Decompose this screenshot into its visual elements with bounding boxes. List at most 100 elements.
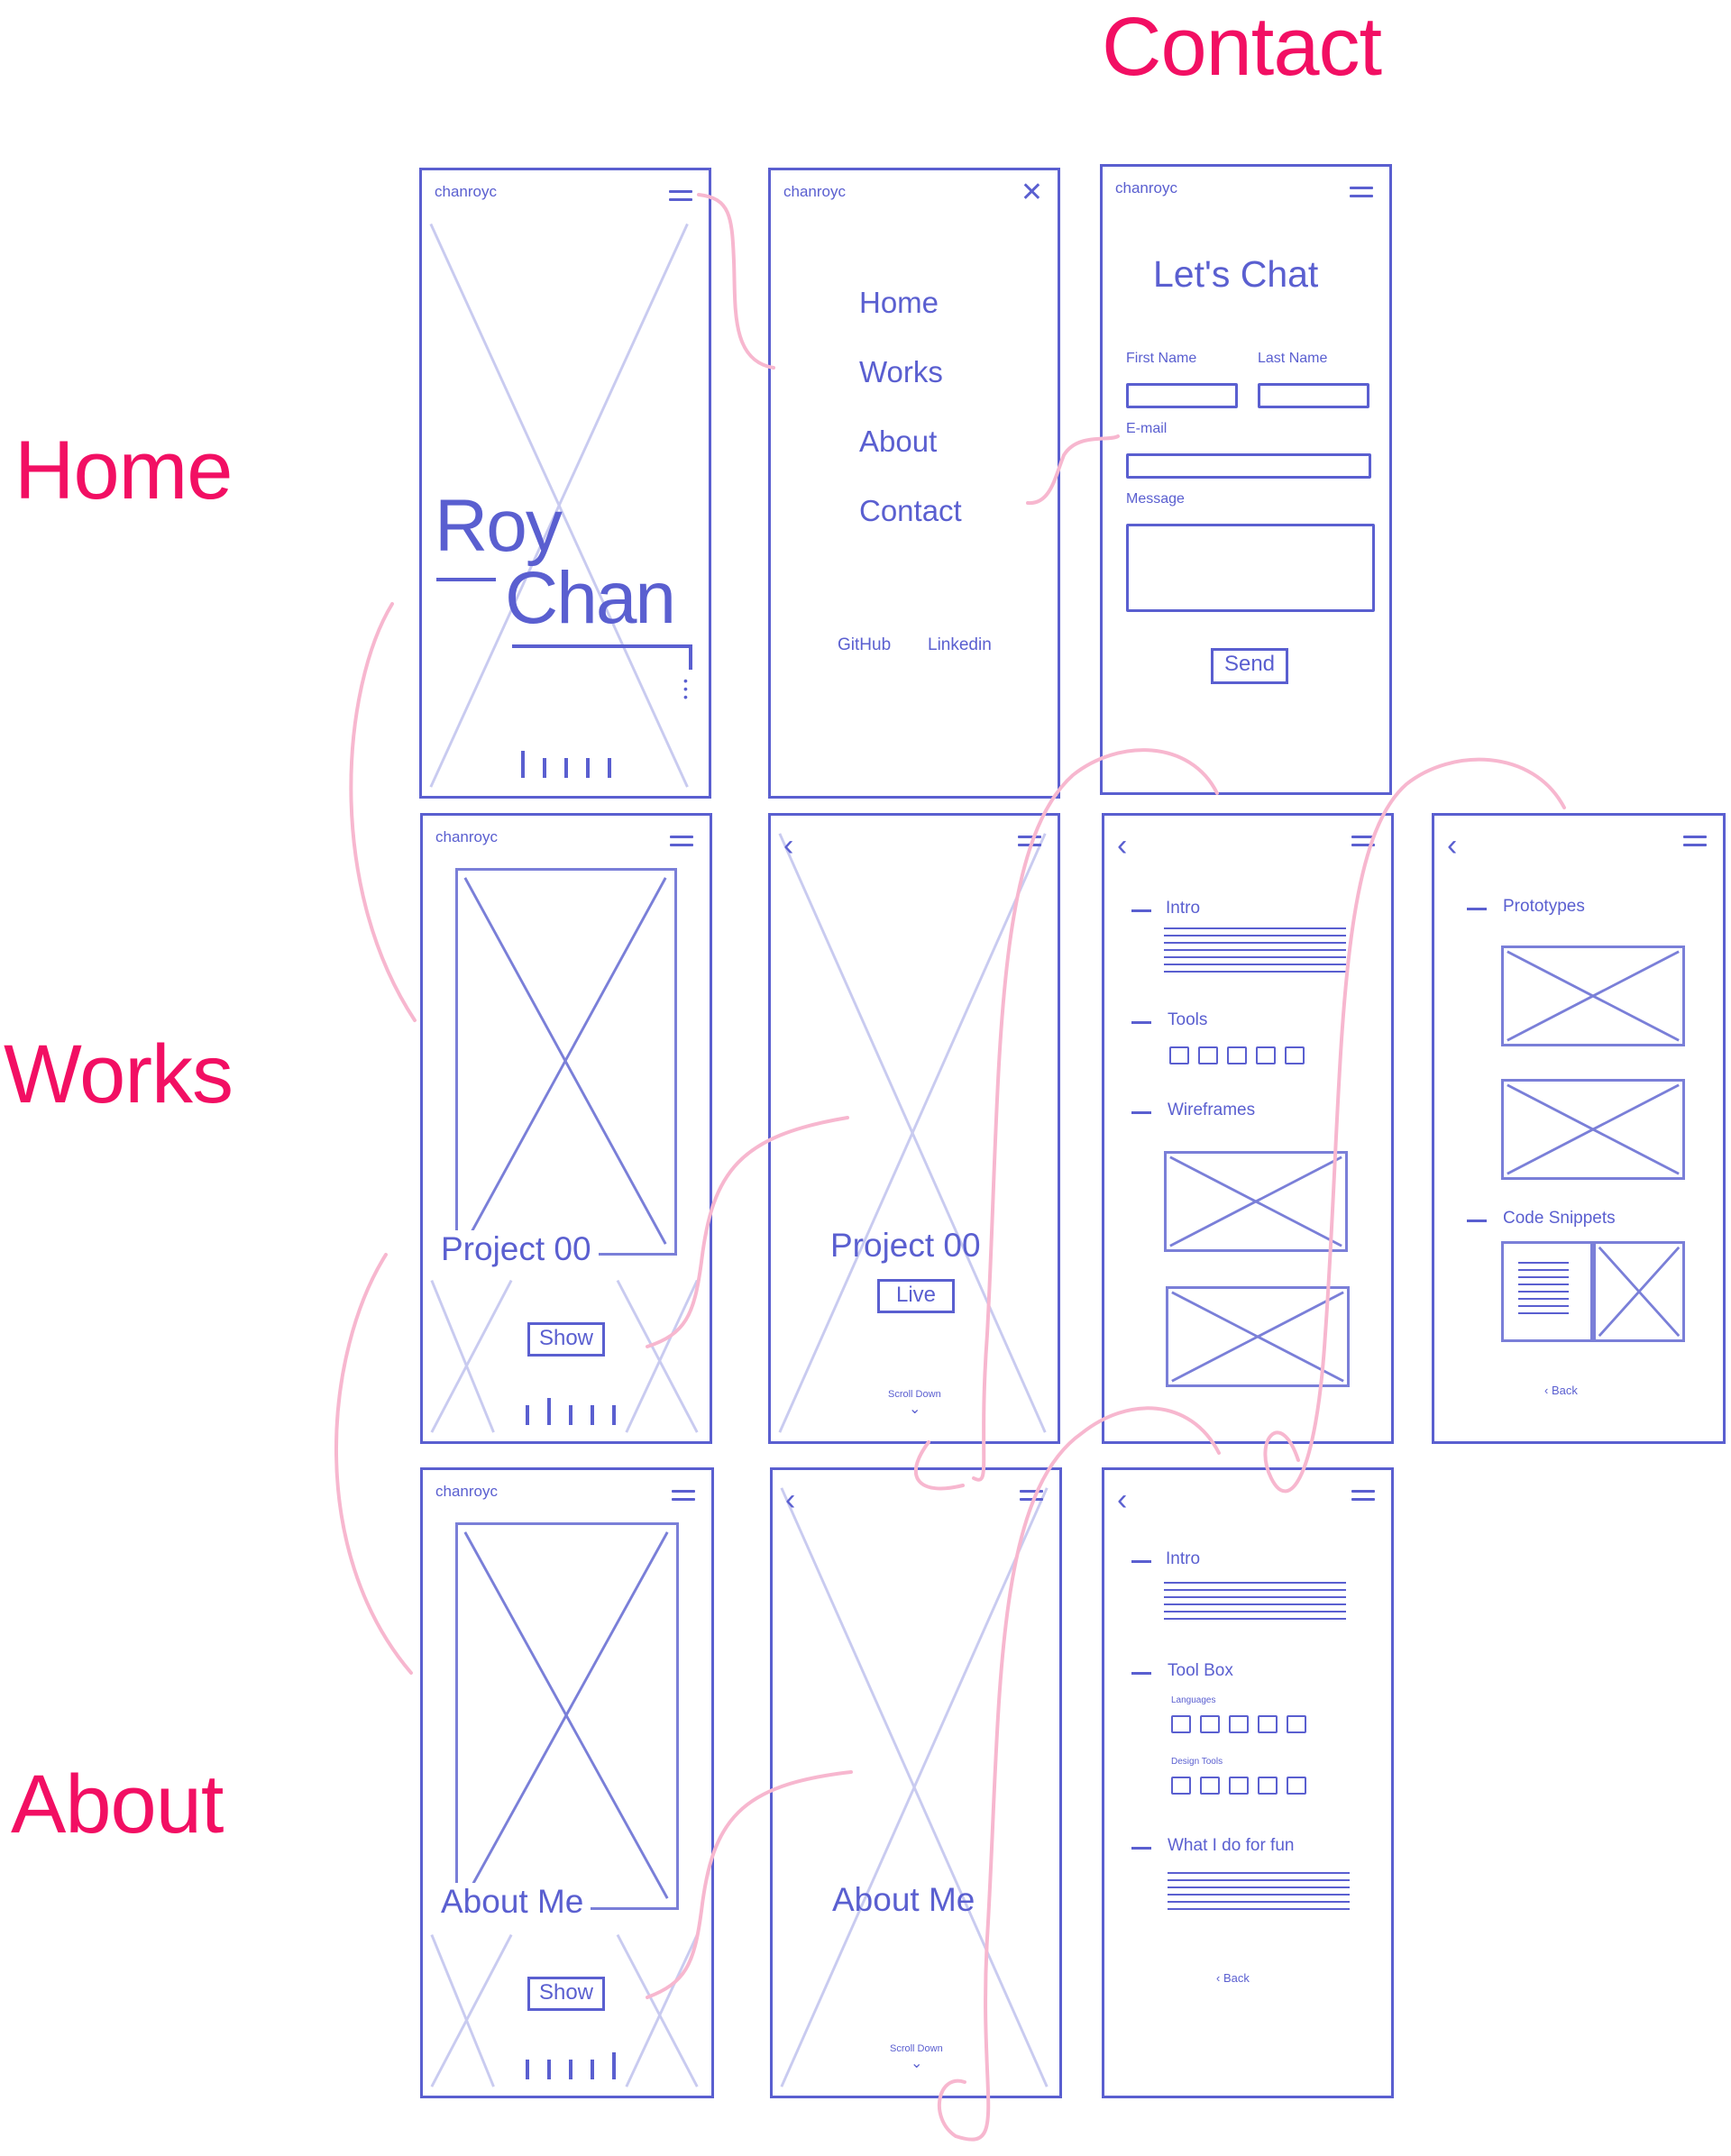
tool-icon xyxy=(1285,1046,1305,1064)
flow-connector xyxy=(334,1253,413,1675)
menu-screen: chanroyc ✕ Home Works About Contact GitH… xyxy=(768,168,1060,799)
menu-icon[interactable] xyxy=(1350,187,1373,197)
prototype-image xyxy=(1501,1079,1685,1180)
language-icon xyxy=(1229,1715,1249,1733)
fun-heading: What I do for fun xyxy=(1168,1836,1295,1855)
intro-text-lines xyxy=(1164,927,1346,978)
design-tools-label: Design Tools xyxy=(1171,1757,1223,1767)
chevron-down-icon[interactable]: ⌄ xyxy=(909,1400,920,1418)
section-label-contact: Contact xyxy=(1102,1,1382,93)
about-page-screen: ‹ Intro Tool Box Languages Design Tools … xyxy=(1102,1467,1394,2098)
back-icon[interactable]: ‹ xyxy=(1117,1485,1127,1515)
intro-heading: Intro xyxy=(1166,899,1201,918)
show-button[interactable]: Show xyxy=(527,1322,605,1357)
hero-last-name: Chan xyxy=(505,557,676,639)
design-tool-icon xyxy=(1200,1777,1220,1795)
email-label: E-mail xyxy=(1126,421,1168,436)
about-image-placeholder xyxy=(455,1522,679,1910)
brand-logo[interactable]: chanroyc xyxy=(435,1483,498,1501)
section-label-home: Home xyxy=(14,425,233,516)
tool-icon xyxy=(1169,1046,1189,1064)
brand-logo[interactable]: chanroyc xyxy=(783,183,846,201)
back-link[interactable]: ‹ Back xyxy=(1544,1384,1578,1397)
works-screen: chanroyc Project 00 Show xyxy=(420,813,712,1444)
nav-works[interactable]: Works xyxy=(859,355,943,389)
tool-icon xyxy=(1256,1046,1276,1064)
tool-icon xyxy=(1198,1046,1218,1064)
home-screen: chanroyc Roy Chan • • • xyxy=(419,168,711,799)
brand-logo[interactable]: chanroyc xyxy=(435,183,497,201)
image-placeholder xyxy=(429,223,689,788)
brand-logo[interactable]: chanroyc xyxy=(435,828,498,846)
back-icon[interactable]: ‹ xyxy=(785,1485,795,1515)
menu-icon[interactable] xyxy=(1351,1490,1375,1501)
section-dash xyxy=(1131,1021,1151,1024)
contact-title: Let's Chat xyxy=(1153,253,1319,295)
first-name-field[interactable] xyxy=(1126,383,1238,408)
about-screen: chanroyc About Me Show xyxy=(420,1467,714,2098)
back-icon[interactable]: ‹ xyxy=(1117,830,1127,861)
more-icon[interactable]: • • • xyxy=(683,674,688,703)
about-title: About Me xyxy=(441,1883,591,1921)
code-snippet-image xyxy=(1593,1241,1685,1342)
menu-icon[interactable] xyxy=(670,836,693,846)
close-icon[interactable]: ✕ xyxy=(1021,179,1043,206)
section-dash xyxy=(1131,1672,1151,1675)
design-tool-icon xyxy=(1287,1777,1306,1795)
last-name-field[interactable] xyxy=(1258,383,1369,408)
message-field[interactable] xyxy=(1126,524,1375,612)
page-indicator[interactable] xyxy=(526,1398,616,1425)
section-dash xyxy=(1131,1847,1151,1850)
page-indicator[interactable] xyxy=(521,751,611,778)
nav-about[interactable]: About xyxy=(859,425,937,459)
wireframes-heading: Wireframes xyxy=(1168,1101,1256,1119)
image-placeholder xyxy=(778,833,1047,1433)
project-page-screen: ‹ Intro Tools Wireframes xyxy=(1102,813,1394,1444)
section-dash xyxy=(1467,1220,1487,1222)
menu-icon[interactable] xyxy=(1020,1490,1043,1501)
section-dash xyxy=(1131,909,1151,912)
github-link[interactable]: GitHub xyxy=(838,635,891,655)
email-field[interactable] xyxy=(1126,453,1371,479)
section-dash xyxy=(1131,1111,1151,1114)
project-detail-screen: ‹ Project 00 Live Scroll Down ⌄ xyxy=(768,813,1060,1444)
language-icon xyxy=(1258,1715,1278,1733)
image-placeholder xyxy=(780,1487,1049,2087)
live-button[interactable]: Live xyxy=(877,1279,955,1313)
brand-logo[interactable]: chanroyc xyxy=(1115,179,1177,197)
design-tool-icon xyxy=(1229,1777,1249,1795)
chevron-down-icon[interactable]: ⌄ xyxy=(911,2054,922,2072)
scroll-down-label: Scroll Down xyxy=(888,1389,941,1400)
linkedin-link[interactable]: Linkedin xyxy=(928,635,992,655)
back-icon[interactable]: ‹ xyxy=(783,830,793,861)
scroll-down-label: Scroll Down xyxy=(890,2043,943,2054)
language-icon xyxy=(1287,1715,1306,1733)
show-button[interactable]: Show xyxy=(527,1977,605,2011)
project-title: Project 00 xyxy=(441,1230,599,1268)
back-link[interactable]: ‹ Back xyxy=(1216,1971,1250,1985)
menu-icon[interactable] xyxy=(1683,836,1707,846)
back-icon[interactable]: ‹ xyxy=(1447,830,1457,861)
code-snippet-block xyxy=(1501,1241,1593,1342)
prototypes-heading: Prototypes xyxy=(1503,897,1585,916)
send-button[interactable]: Send xyxy=(1211,648,1288,684)
fun-text-lines xyxy=(1168,1872,1350,1915)
hero-underline xyxy=(436,578,496,581)
hero-divider xyxy=(512,644,692,648)
page-indicator[interactable] xyxy=(526,2052,616,2079)
wireframe-image xyxy=(1166,1286,1350,1387)
about-detail-screen: ‹ About Me Scroll Down ⌄ xyxy=(770,1467,1062,2098)
toolbox-heading: Tool Box xyxy=(1168,1661,1233,1680)
nav-home[interactable]: Home xyxy=(859,286,939,320)
section-dash xyxy=(1467,908,1487,910)
project-image-placeholder xyxy=(455,868,677,1256)
nav-contact[interactable]: Contact xyxy=(859,494,962,528)
flow-connector xyxy=(349,602,417,1022)
last-name-label: Last Name xyxy=(1258,351,1328,366)
tool-icon xyxy=(1227,1046,1247,1064)
menu-icon[interactable] xyxy=(672,1490,695,1501)
section-dash xyxy=(1131,1560,1151,1563)
menu-icon[interactable] xyxy=(1018,836,1041,846)
menu-icon[interactable] xyxy=(669,190,692,201)
menu-icon[interactable] xyxy=(1351,836,1375,846)
